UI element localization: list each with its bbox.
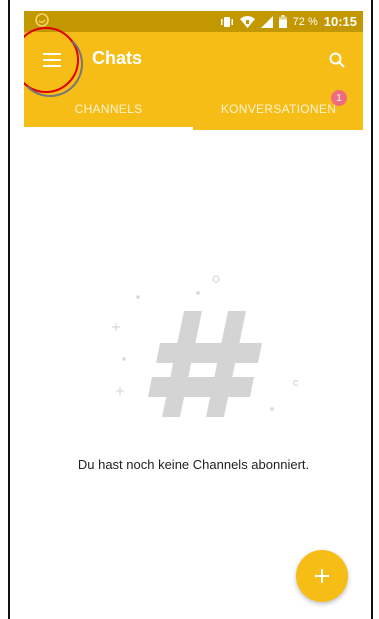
tab-channels-label: CHANNELS [74, 102, 143, 116]
search-button[interactable] [319, 42, 355, 78]
tab-bar: CHANNELS KONVERSATIONEN 1 [24, 88, 363, 130]
battery-icon [278, 15, 287, 28]
hashtag-icon [148, 311, 262, 417]
left-frame-line [8, 0, 10, 619]
battery-percent: 72 % [292, 15, 318, 28]
empty-state-message: Du hast noch keine Channels abonniert. [77, 457, 310, 472]
search-icon [329, 52, 345, 68]
status-icons: 72 % 10:15 [220, 11, 357, 32]
right-frame-line [371, 0, 373, 619]
vibrate-icon [220, 16, 233, 27]
signal-icon [260, 15, 273, 28]
tab-konversationen-label: KONVERSATIONEN [220, 102, 337, 116]
page-title: Chats [92, 48, 143, 68]
hashtag-illustration [112, 275, 298, 417]
assistant-icon [35, 13, 49, 27]
add-channel-button[interactable] [296, 550, 348, 602]
tab-indicator [24, 127, 193, 130]
status-clock: 10:15 [323, 14, 357, 29]
status-bar: 72 % 10:15 [24, 11, 363, 32]
wifi-icon [239, 15, 255, 28]
unread-badge: 1 [331, 90, 347, 106]
phone-screen: 72 % 10:15 Chats CHANNELS KONVERSATIONEN [24, 11, 363, 619]
plus-icon [315, 569, 329, 583]
